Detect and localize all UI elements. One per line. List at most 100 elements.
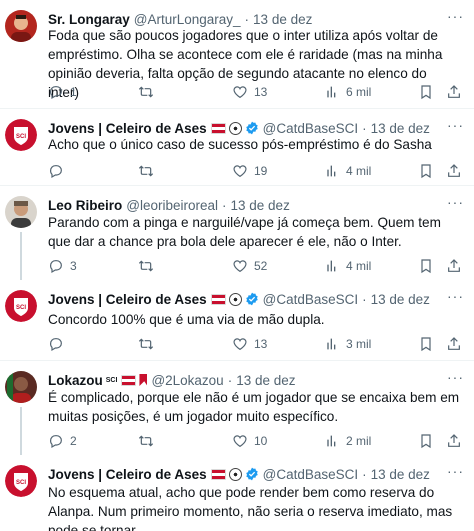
like-button[interactable]: 52 — [232, 258, 267, 274]
tweet[interactable]: SCI Jovens | Celeiro de Ases @CatdBaseSC… — [0, 280, 474, 360]
author-handle[interactable]: @CatdBaseSCI — [263, 121, 359, 136]
bookmark-button[interactable] — [418, 84, 434, 100]
views-button[interactable]: 6 mil — [324, 84, 371, 100]
reply-button[interactable]: 1 — [48, 84, 77, 100]
retweet-button[interactable] — [138, 84, 154, 100]
reply-button[interactable] — [48, 163, 64, 179]
avatar[interactable]: SCI — [5, 119, 37, 151]
more-icon[interactable]: ··· — [447, 463, 464, 479]
bookmark-icon — [418, 84, 434, 100]
author-handle[interactable]: @ArturLongaray_ — [134, 12, 241, 27]
more-icon[interactable]: ··· — [447, 8, 464, 24]
author-name[interactable]: Jovens | Celeiro de Ases — [48, 292, 207, 307]
retweet-button[interactable] — [138, 433, 154, 449]
like-button[interactable]: 13 — [232, 336, 267, 352]
like-icon — [232, 336, 248, 352]
share-button[interactable] — [446, 258, 462, 274]
author-name[interactable]: Sr. Longaray — [48, 12, 130, 27]
tweet-header: Leo Ribeiro @leoribeiroreal · 13 de dez — [48, 196, 290, 214]
views-button[interactable]: 2 mil — [324, 433, 371, 449]
views-button[interactable]: 4 mil — [324, 258, 371, 274]
timestamp[interactable]: 13 de dez — [371, 467, 430, 482]
tweet-header: Jovens | Celeiro de Ases @CatdBaseSCI · … — [48, 465, 430, 483]
share-button[interactable] — [446, 84, 462, 100]
more-icon[interactable]: ··· — [447, 194, 464, 210]
like-count: 13 — [254, 337, 268, 351]
views-icon — [324, 84, 340, 100]
author-name[interactable]: Jovens | Celeiro de Ases — [48, 121, 207, 136]
avatar[interactable] — [5, 371, 37, 403]
views-button[interactable]: 3 mil — [324, 336, 371, 352]
author-handle[interactable]: @2Lokazou — [151, 373, 223, 388]
action-bar: 19 4 mil — [48, 161, 464, 181]
retweet-button[interactable] — [138, 163, 154, 179]
bookmark-icon — [418, 258, 434, 274]
thread-line — [20, 232, 22, 280]
like-count: 13 — [254, 85, 268, 99]
share-button[interactable] — [446, 336, 462, 352]
tweet-text: No esquema atual, acho que pode render b… — [48, 485, 453, 531]
view-count: 4 mil — [346, 164, 372, 178]
austria-flag-icon — [210, 468, 226, 480]
author-handle[interactable]: @leoribeiroreal — [126, 198, 218, 213]
tweet[interactable]: SCI Jovens | Celeiro de Ases @CatdBaseSC… — [0, 109, 474, 185]
action-bar: 3 52 4 mil — [48, 256, 464, 276]
reply-count: 2 — [70, 434, 77, 448]
share-icon — [446, 163, 462, 179]
avatar[interactable]: SCI — [5, 465, 37, 497]
austria-flag-icon — [210, 122, 226, 134]
avatar[interactable]: SCI — [5, 290, 37, 322]
like-button[interactable]: 13 — [232, 84, 267, 100]
like-button[interactable]: 10 — [232, 433, 267, 449]
bookmark-button[interactable] — [418, 336, 434, 352]
share-button[interactable] — [446, 433, 462, 449]
separator-dot: · — [227, 372, 233, 388]
timestamp[interactable]: 13 de dez — [253, 12, 312, 27]
soccer-ball-icon — [228, 292, 242, 306]
author-name[interactable]: Lokazou — [48, 373, 103, 388]
thread-line — [20, 407, 22, 455]
views-icon — [324, 258, 340, 274]
author-name[interactable]: Leo Ribeiro — [48, 198, 122, 213]
timestamp[interactable]: 13 de dez — [231, 198, 290, 213]
tweet[interactable]: SCI Jovens | Celeiro de Ases @CatdBaseSC… — [0, 455, 474, 531]
reply-icon — [48, 336, 64, 352]
share-icon — [446, 433, 462, 449]
retweet-button[interactable] — [138, 258, 154, 274]
verified-icon — [245, 467, 259, 481]
tweet[interactable]: Leo Ribeiro @leoribeiroreal · 13 de dez … — [0, 186, 474, 280]
share-button[interactable] — [446, 163, 462, 179]
author-name[interactable]: Jovens | Celeiro de Ases — [48, 467, 207, 482]
svg-text:SCI: SCI — [16, 480, 26, 486]
more-icon[interactable]: ··· — [447, 117, 464, 133]
bookmark-button[interactable] — [418, 163, 434, 179]
views-icon — [324, 336, 340, 352]
avatar[interactable] — [5, 196, 37, 228]
timestamp[interactable]: 13 de dez — [371, 121, 430, 136]
like-button[interactable]: 19 — [232, 163, 267, 179]
timestamp[interactable]: 13 de dez — [371, 292, 430, 307]
tweet[interactable]: Lokazou SCI @2Lokazou · 13 de dez ··· É … — [0, 361, 474, 455]
more-icon[interactable]: ··· — [447, 369, 464, 385]
more-icon[interactable]: ··· — [447, 288, 464, 304]
bookmark-button[interactable] — [418, 433, 434, 449]
avatar[interactable] — [5, 10, 37, 42]
separator-dot: · — [362, 466, 367, 482]
bookmark-button[interactable] — [418, 258, 434, 274]
timestamp[interactable]: 13 de dez — [236, 373, 295, 388]
views-button[interactable]: 4 mil — [324, 163, 371, 179]
reply-button[interactable]: 2 — [48, 433, 77, 449]
tweet-header: Jovens | Celeiro de Ases @CatdBaseSCI · … — [48, 290, 430, 308]
tweet-text: Acho que o único caso de sucesso pós-emp… — [48, 137, 432, 152]
retweet-button[interactable] — [138, 336, 154, 352]
reply-button[interactable]: 3 — [48, 258, 77, 274]
tweet[interactable]: Sr. Longaray @ArturLongaray_ · 13 de dez… — [0, 0, 474, 108]
austria-flag-icon — [121, 374, 137, 386]
reply-count: 3 — [70, 259, 77, 273]
share-icon — [446, 336, 462, 352]
reply-button[interactable] — [48, 336, 64, 352]
author-handle[interactable]: @CatdBaseSCI — [263, 467, 359, 482]
reply-icon — [48, 84, 64, 100]
author-handle[interactable]: @CatdBaseSCI — [263, 292, 359, 307]
austria-flag-icon — [210, 293, 226, 305]
